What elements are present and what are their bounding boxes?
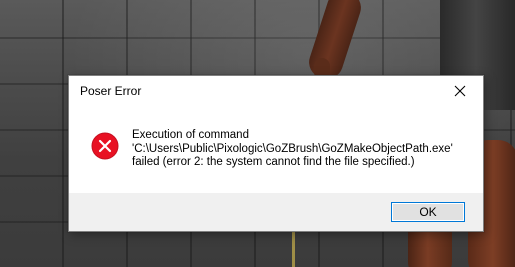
message-line: 'C:\Users\Public\Pixologic\GoZBrush\GoZM… <box>132 142 453 155</box>
dialog-footer: OK <box>69 193 483 231</box>
dialog-content: Execution of command 'C:\Users\Public\Pi… <box>69 106 483 193</box>
dialog-titlebar[interactable]: Poser Error <box>69 76 483 106</box>
close-button[interactable] <box>437 76 483 106</box>
error-dialog: Poser Error Execution of command 'C:\Use… <box>68 75 484 232</box>
message-line: failed (error 2: the system cannot find … <box>132 156 415 168</box>
error-message: Execution of command 'C:\Users\Public\Pi… <box>132 129 472 170</box>
ok-button[interactable]: OK <box>391 202 465 222</box>
close-icon <box>454 85 466 97</box>
message-line: Execution of command <box>132 129 249 141</box>
ground-marker <box>292 230 295 267</box>
error-icon <box>91 132 119 160</box>
dialog-title: Poser Error <box>80 84 142 98</box>
